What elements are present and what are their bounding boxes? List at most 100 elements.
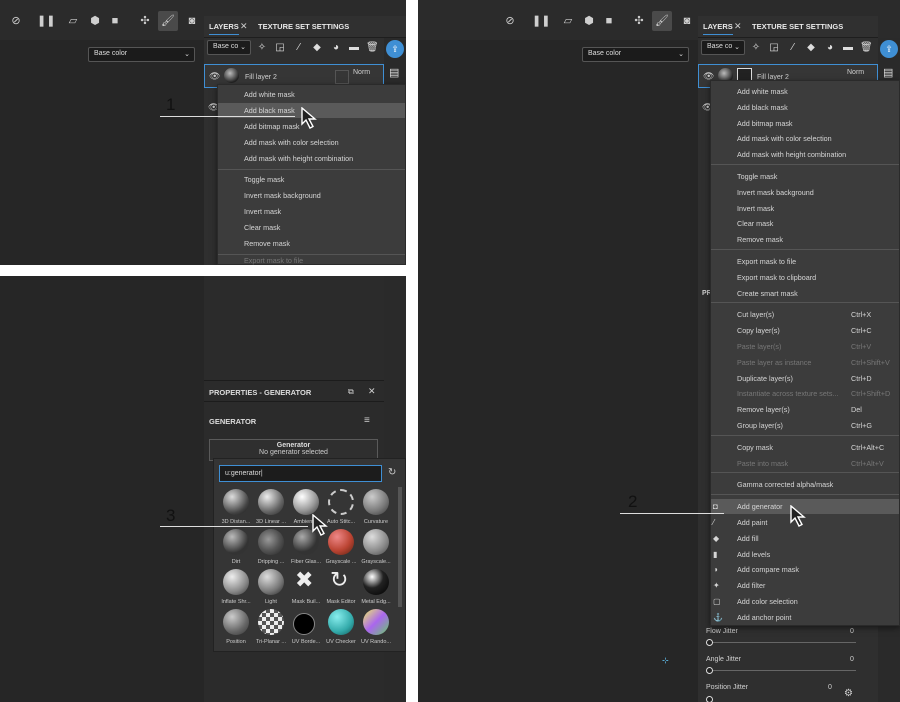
add-fill-layer-icon[interactable]: ◆ [311,42,323,54]
channel-dropdown[interactable]: Base color ⌄ [88,47,195,62]
add-folder-icon[interactable]: ▬ [842,42,854,54]
menu-item[interactable]: Add mask with color selection [711,131,899,146]
camera-video-icon[interactable]: ■ [108,14,122,28]
add-paint-layer-icon[interactable]: ⁄ [787,42,799,54]
add-mask-icon[interactable]: ◲ [274,42,286,54]
float-window-icon[interactable]: ⧉ [348,387,354,397]
add-smart-material-icon[interactable]: ◕ [824,42,836,54]
menu-item[interactable]: ✦ Add filter [711,578,899,593]
menu-item[interactable]: Paste layer(s) Ctrl+V [711,339,899,354]
delete-layer-icon[interactable]: 🗑 [366,42,379,54]
menu-item[interactable]: Gamma corrected alpha/mask [711,477,899,492]
channel-dropdown[interactable]: Base color ⌄ [582,47,689,62]
thumb-item[interactable]: 3D Linear ... [253,487,289,527]
cube-icon[interactable]: ⬢ [582,14,596,28]
menu-item[interactable]: Group layer(s) Ctrl+G [711,418,899,433]
menu-item[interactable]: Export mask to clipboard [711,270,899,285]
menu-item[interactable]: Toggle mask [711,169,899,184]
thumb-item[interactable]: ✖ Mask Buil... [288,567,324,607]
paint-brush-icon[interactable]: 🖌 [652,11,672,31]
close-tab-icon[interactable]: ✕ [240,21,248,32]
thumb-item[interactable]: ↻ Mask Editor [323,567,359,607]
close-tab-icon[interactable]: ✕ [734,21,742,32]
reset-search-icon[interactable]: ↻ [388,467,396,478]
thumb-item[interactable]: Curvature [358,487,394,527]
thumb-item[interactable]: UV Borde... [288,607,324,647]
export-button[interactable]: ⇪ [386,40,404,58]
menu-item[interactable]: Clear mask [218,220,405,235]
menu-item[interactable]: Invert mask background [711,185,899,200]
slider-track[interactable] [706,670,856,671]
pause-icon[interactable]: ❚❚ [532,14,550,28]
add-effect-icon[interactable]: ✧ [750,42,762,54]
menu-item[interactable]: Create smart mask [711,286,899,301]
layers-view-icon[interactable]: ▤ [389,66,399,79]
menu-item[interactable]: Add bitmap mask [711,116,899,131]
add-paint-layer-icon[interactable]: ⁄ [293,42,305,54]
menu-item[interactable]: ⚓ Add anchor point [711,610,899,625]
menu-item[interactable]: Add mask with color selection [218,135,405,150]
thumb-item[interactable]: UV Rando... [358,607,394,647]
menu-item[interactable]: ◆ Add fill [711,531,899,546]
slider-angle-jitter[interactable]: Angle Jitter 0 [706,656,856,676]
menu-item[interactable]: Add black mask [711,100,899,115]
menu-item[interactable]: Invert mask background [218,188,405,203]
tab-layers[interactable]: LAYERS [209,22,239,35]
menu-item[interactable]: Cut layer(s) Ctrl+X [711,307,899,322]
menu-item[interactable]: Toggle mask [218,172,405,187]
pause-icon[interactable]: ❚❚ [37,14,55,28]
cube-icon[interactable]: ⬢ [88,14,102,28]
paint-brush-icon[interactable]: 🖌 [158,11,178,31]
menu-item[interactable]: ▢ Add color selection [711,594,899,609]
thumb-item[interactable]: Grayscale... [358,527,394,567]
thumb-item[interactable]: Dirt [218,527,254,567]
add-mask-icon[interactable]: ◲ [768,42,780,54]
menu-item[interactable]: Add mask with height combination [711,147,899,162]
slider-handle[interactable] [706,639,713,646]
tab-layers[interactable]: LAYERS [703,22,733,35]
add-folder-icon[interactable]: ▬ [348,42,360,54]
delete-layer-icon[interactable]: 🗑 [860,42,873,54]
viewport-mode-icon[interactable]: ▱ [66,14,80,28]
menu-item[interactable]: Paste layer as instance Ctrl+Shift+V [711,355,899,370]
menu-item[interactable]: Remove mask [218,236,405,251]
add-effect-icon[interactable]: ✧ [256,42,268,54]
thumb-item[interactable]: Dripping ... [253,527,289,567]
menu-item[interactable]: Export mask to file [218,256,405,265]
thumb-item[interactable]: Metal Edg... [358,567,394,607]
blend-mode[interactable]: Norm [353,69,370,76]
layer-channel-dropdown[interactable]: Base co ⌄ [207,40,251,55]
slider-handle[interactable] [706,696,713,702]
menu-item[interactable]: Clear mask [711,216,899,231]
menu-item[interactable]: Export mask to file [711,254,899,269]
menu-item[interactable]: Invert mask [711,201,899,216]
menu-item[interactable]: Instantiate across texture sets... Ctrl+S… [711,386,899,401]
close-icon[interactable]: ✕ [368,386,376,397]
menu-item[interactable]: Copy mask Ctrl+Alt+C [711,440,899,455]
menu-item[interactable]: ▮ Add levels [711,547,899,562]
thumb-item[interactable]: Light [253,567,289,607]
thumb-item[interactable]: 3D Distan... [218,487,254,527]
menu-item[interactable]: Paste into mask Ctrl+Alt+V [711,456,899,471]
slider-flow-jitter[interactable]: Flow Jitter 0 [706,628,856,648]
camera-video-icon[interactable]: ■ [602,14,616,28]
add-smart-material-icon[interactable]: ◕ [330,42,342,54]
scrollbar[interactable] [398,487,402,607]
menu-item[interactable]: Invert mask [218,204,405,219]
search-input[interactable]: u:generator| [219,465,382,482]
thumb-item[interactable]: UV Checker [323,607,359,647]
layer-channel-dropdown[interactable]: Base co ⌄ [701,40,745,55]
screenshot-icon[interactable]: ◙ [185,14,199,28]
tab-texture-set-settings[interactable]: TEXTURE SET SETTINGS [752,22,843,31]
thumb-item[interactable]: Inflate Shr... [218,567,254,607]
blend-mode[interactable]: Norm [847,69,864,76]
hide-icon[interactable]: ⊘ [9,14,23,28]
menu-item[interactable]: Duplicate layer(s) Ctrl+D [711,371,899,386]
layers-view-icon[interactable]: ▤ [883,66,893,79]
menu-item[interactable]: Add white mask [711,84,899,99]
symmetry-icon[interactable]: ✣ [632,14,646,28]
visibility-eye-icon[interactable]: 👁 [209,71,220,82]
menu-item[interactable]: Add mask with height combination [218,151,405,166]
add-fill-layer-icon[interactable]: ◆ [805,42,817,54]
slider-handle[interactable] [706,667,713,674]
